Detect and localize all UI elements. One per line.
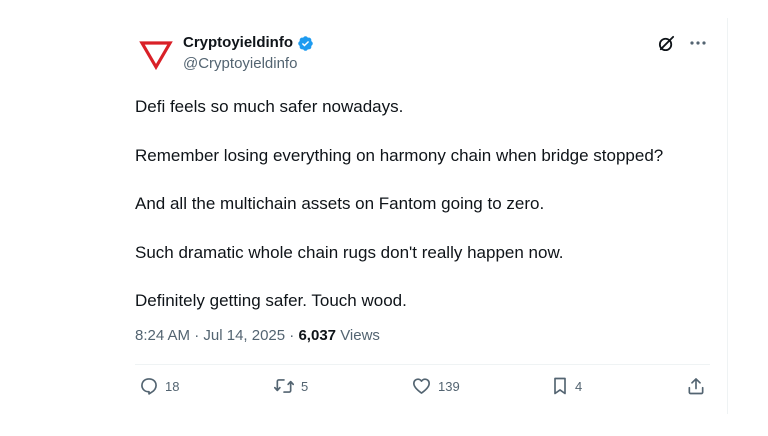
grok-icon[interactable]	[655, 32, 677, 54]
verified-badge-icon	[297, 35, 314, 52]
reply-icon	[139, 376, 159, 396]
page: Cryptoyieldinfo @Cryptoyieldinfo Defi fe…	[0, 0, 768, 436]
share-button[interactable]	[686, 373, 706, 399]
tweet-meta: 8:24 AM · Jul 14, 2025 · 6,037 Views	[135, 326, 380, 346]
tweet-action-bar: 18 5 139 4	[135, 373, 710, 399]
tweet-card: Cryptoyieldinfo @Cryptoyieldinfo Defi fe…	[119, 18, 728, 414]
heart-icon	[411, 376, 432, 396]
more-icon[interactable]	[687, 32, 709, 54]
author-avatar[interactable]	[136, 35, 176, 75]
reply-button[interactable]: 18	[139, 373, 179, 399]
repost-count: 5	[301, 378, 309, 394]
red-triangle-logo-icon	[139, 41, 173, 71]
views-label: Views	[340, 327, 380, 344]
tweet-paragraph: Remember losing everything on harmony ch…	[135, 145, 664, 165]
reply-count: 18	[165, 378, 180, 394]
tweet-header-actions	[655, 32, 709, 54]
tweet-text: Defi feels so much safer nowadays. Remem…	[135, 96, 715, 339]
author-handle[interactable]: @Cryptoyieldinfo	[183, 54, 297, 74]
views-count[interactable]: 6,037	[298, 327, 336, 344]
meta-separator: ·	[194, 327, 204, 344]
tweet-paragraph: Definitely getting safer. Touch wood.	[135, 291, 407, 310]
like-button[interactable]: 139	[411, 373, 460, 399]
tweet-date[interactable]: Jul 14, 2025	[203, 327, 285, 344]
bookmark-button[interactable]: 4	[551, 373, 582, 399]
tweet-paragraph: Defi feels so much safer nowadays.	[135, 97, 404, 116]
tweet-time[interactable]: 8:24 AM	[135, 327, 190, 344]
repost-icon	[273, 376, 295, 396]
bookmark-count: 4	[575, 378, 583, 394]
repost-button[interactable]: 5	[273, 373, 308, 399]
divider	[135, 364, 710, 365]
author-name-row: Cryptoyieldinfo	[183, 33, 314, 53]
bookmark-icon	[551, 376, 569, 396]
share-icon	[686, 376, 706, 396]
like-count: 139	[438, 378, 460, 394]
tweet-paragraph: And all the multichain assets on Fantom …	[135, 194, 545, 213]
tweet-paragraph: Such dramatic whole chain rugs don't rea…	[135, 242, 564, 262]
author-name[interactable]: Cryptoyieldinfo	[183, 33, 293, 53]
